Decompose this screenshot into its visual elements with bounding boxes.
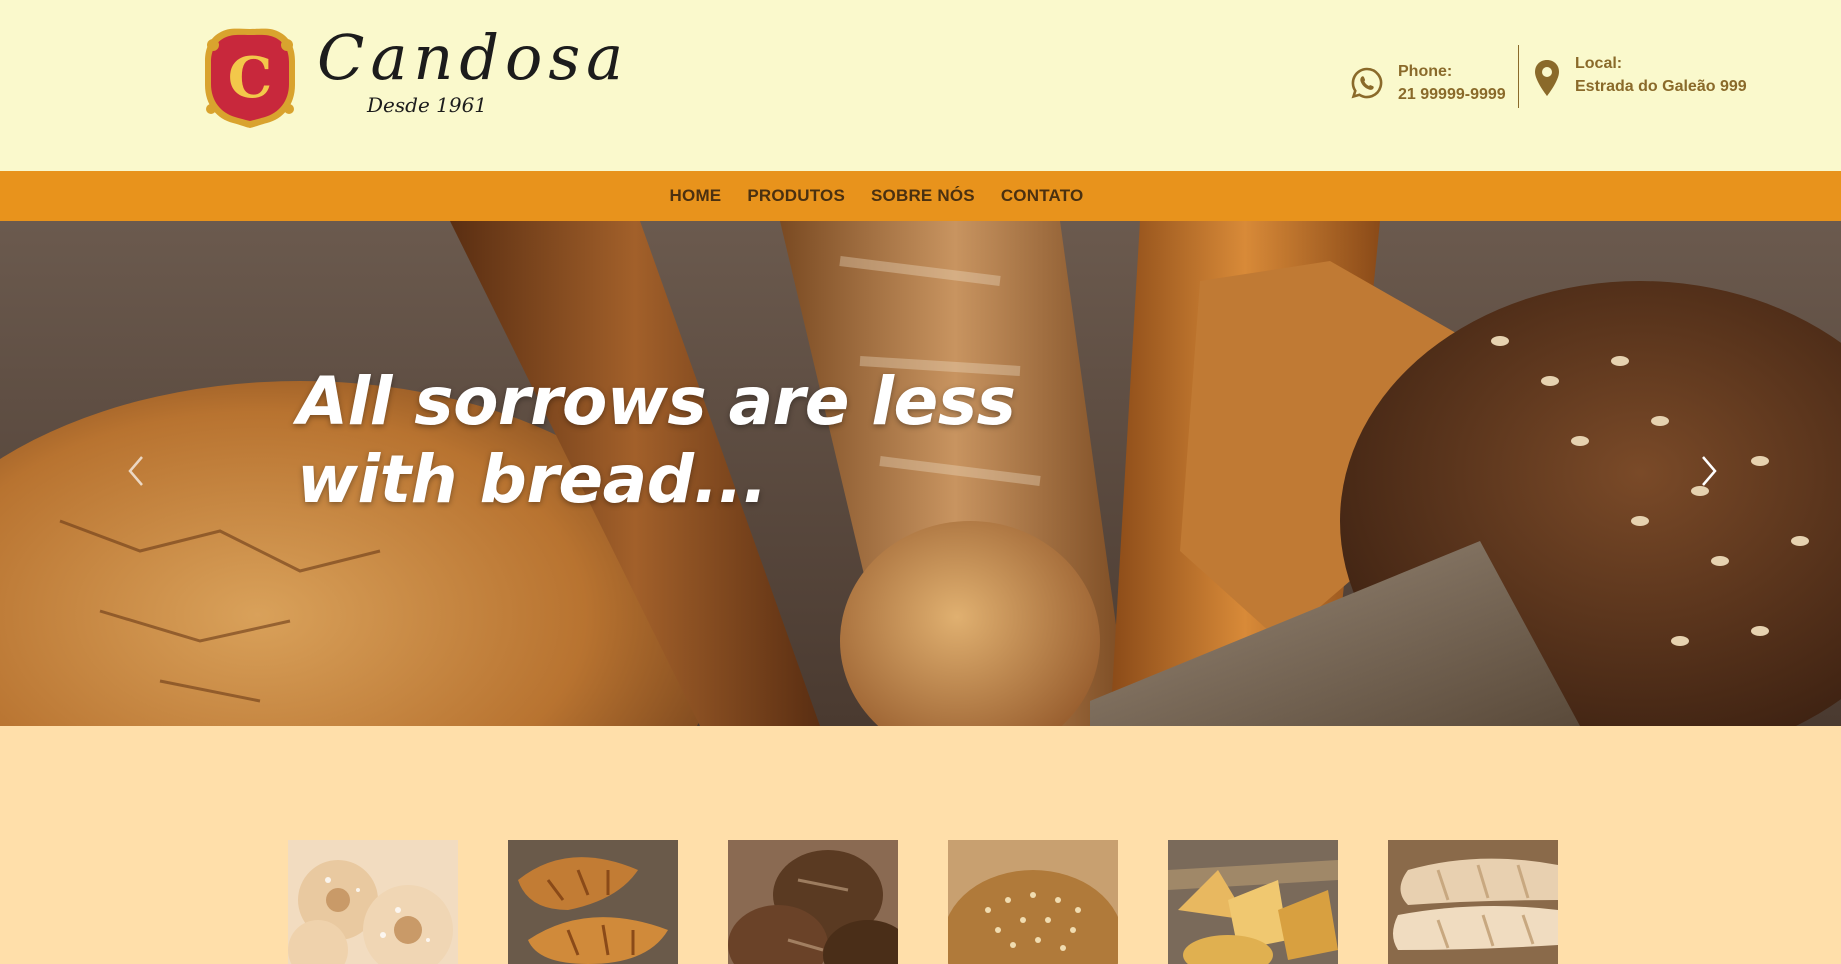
brand-tagline: Desde 1961 (367, 93, 488, 117)
location-label: Local: (1575, 55, 1623, 72)
brand-wordmark: Candosa Desde 1961 (317, 27, 623, 127)
chevron-left-icon[interactable] (122, 451, 152, 491)
hero-title: All sorrows are less with bread... (297, 363, 1016, 519)
hero-title-line1: All sorrows are less (297, 363, 1016, 440)
nav-sobre-nos[interactable]: SOBRE NÓS (871, 186, 975, 206)
phone-value: 21 99999-9999 (1398, 86, 1506, 103)
thumbnail-pastries-basket[interactable] (1168, 840, 1338, 964)
thumbnail-baguettes[interactable] (1388, 840, 1558, 964)
phone-label: Phone: (1398, 63, 1453, 80)
location-contact[interactable]: Local: Estrada do Galeão 999 (1533, 52, 1747, 98)
hero-slideshow[interactable]: All sorrows are less with bread... (0, 221, 1841, 726)
nav-home[interactable]: HOME (670, 186, 722, 206)
brand-name: Candosa (317, 21, 630, 94)
nav-contato[interactable]: CONTATO (1001, 186, 1084, 206)
main-nav: HOME PRODUTOS SOBRE NÓS CONTATO (0, 171, 1841, 221)
site-header: C Candosa Desde 1961 Phone: 21 99999-999… (0, 0, 1841, 171)
product-gallery (0, 840, 1841, 964)
whatsapp-icon (1350, 66, 1384, 100)
location-value: Estrada do Galeão 999 (1575, 78, 1747, 95)
thumbnail-rustic-rolls[interactable] (728, 840, 898, 964)
svg-text:C: C (228, 45, 273, 111)
thumbnail-sesame-bun[interactable] (948, 840, 1118, 964)
crest-icon: C (201, 25, 299, 129)
nav-produtos[interactable]: PRODUTOS (747, 186, 845, 206)
thumbnail-croissants[interactable] (508, 840, 678, 964)
logo[interactable]: C Candosa Desde 1961 (201, 25, 623, 129)
phone-contact[interactable]: Phone: 21 99999-9999 (1350, 60, 1506, 106)
chevron-right-icon[interactable] (1693, 451, 1723, 491)
map-pin-icon (1533, 58, 1561, 96)
thumbnail-powdered-donuts[interactable] (288, 840, 458, 964)
hero-title-line2: with bread... (297, 441, 768, 518)
contact-divider (1518, 45, 1519, 108)
